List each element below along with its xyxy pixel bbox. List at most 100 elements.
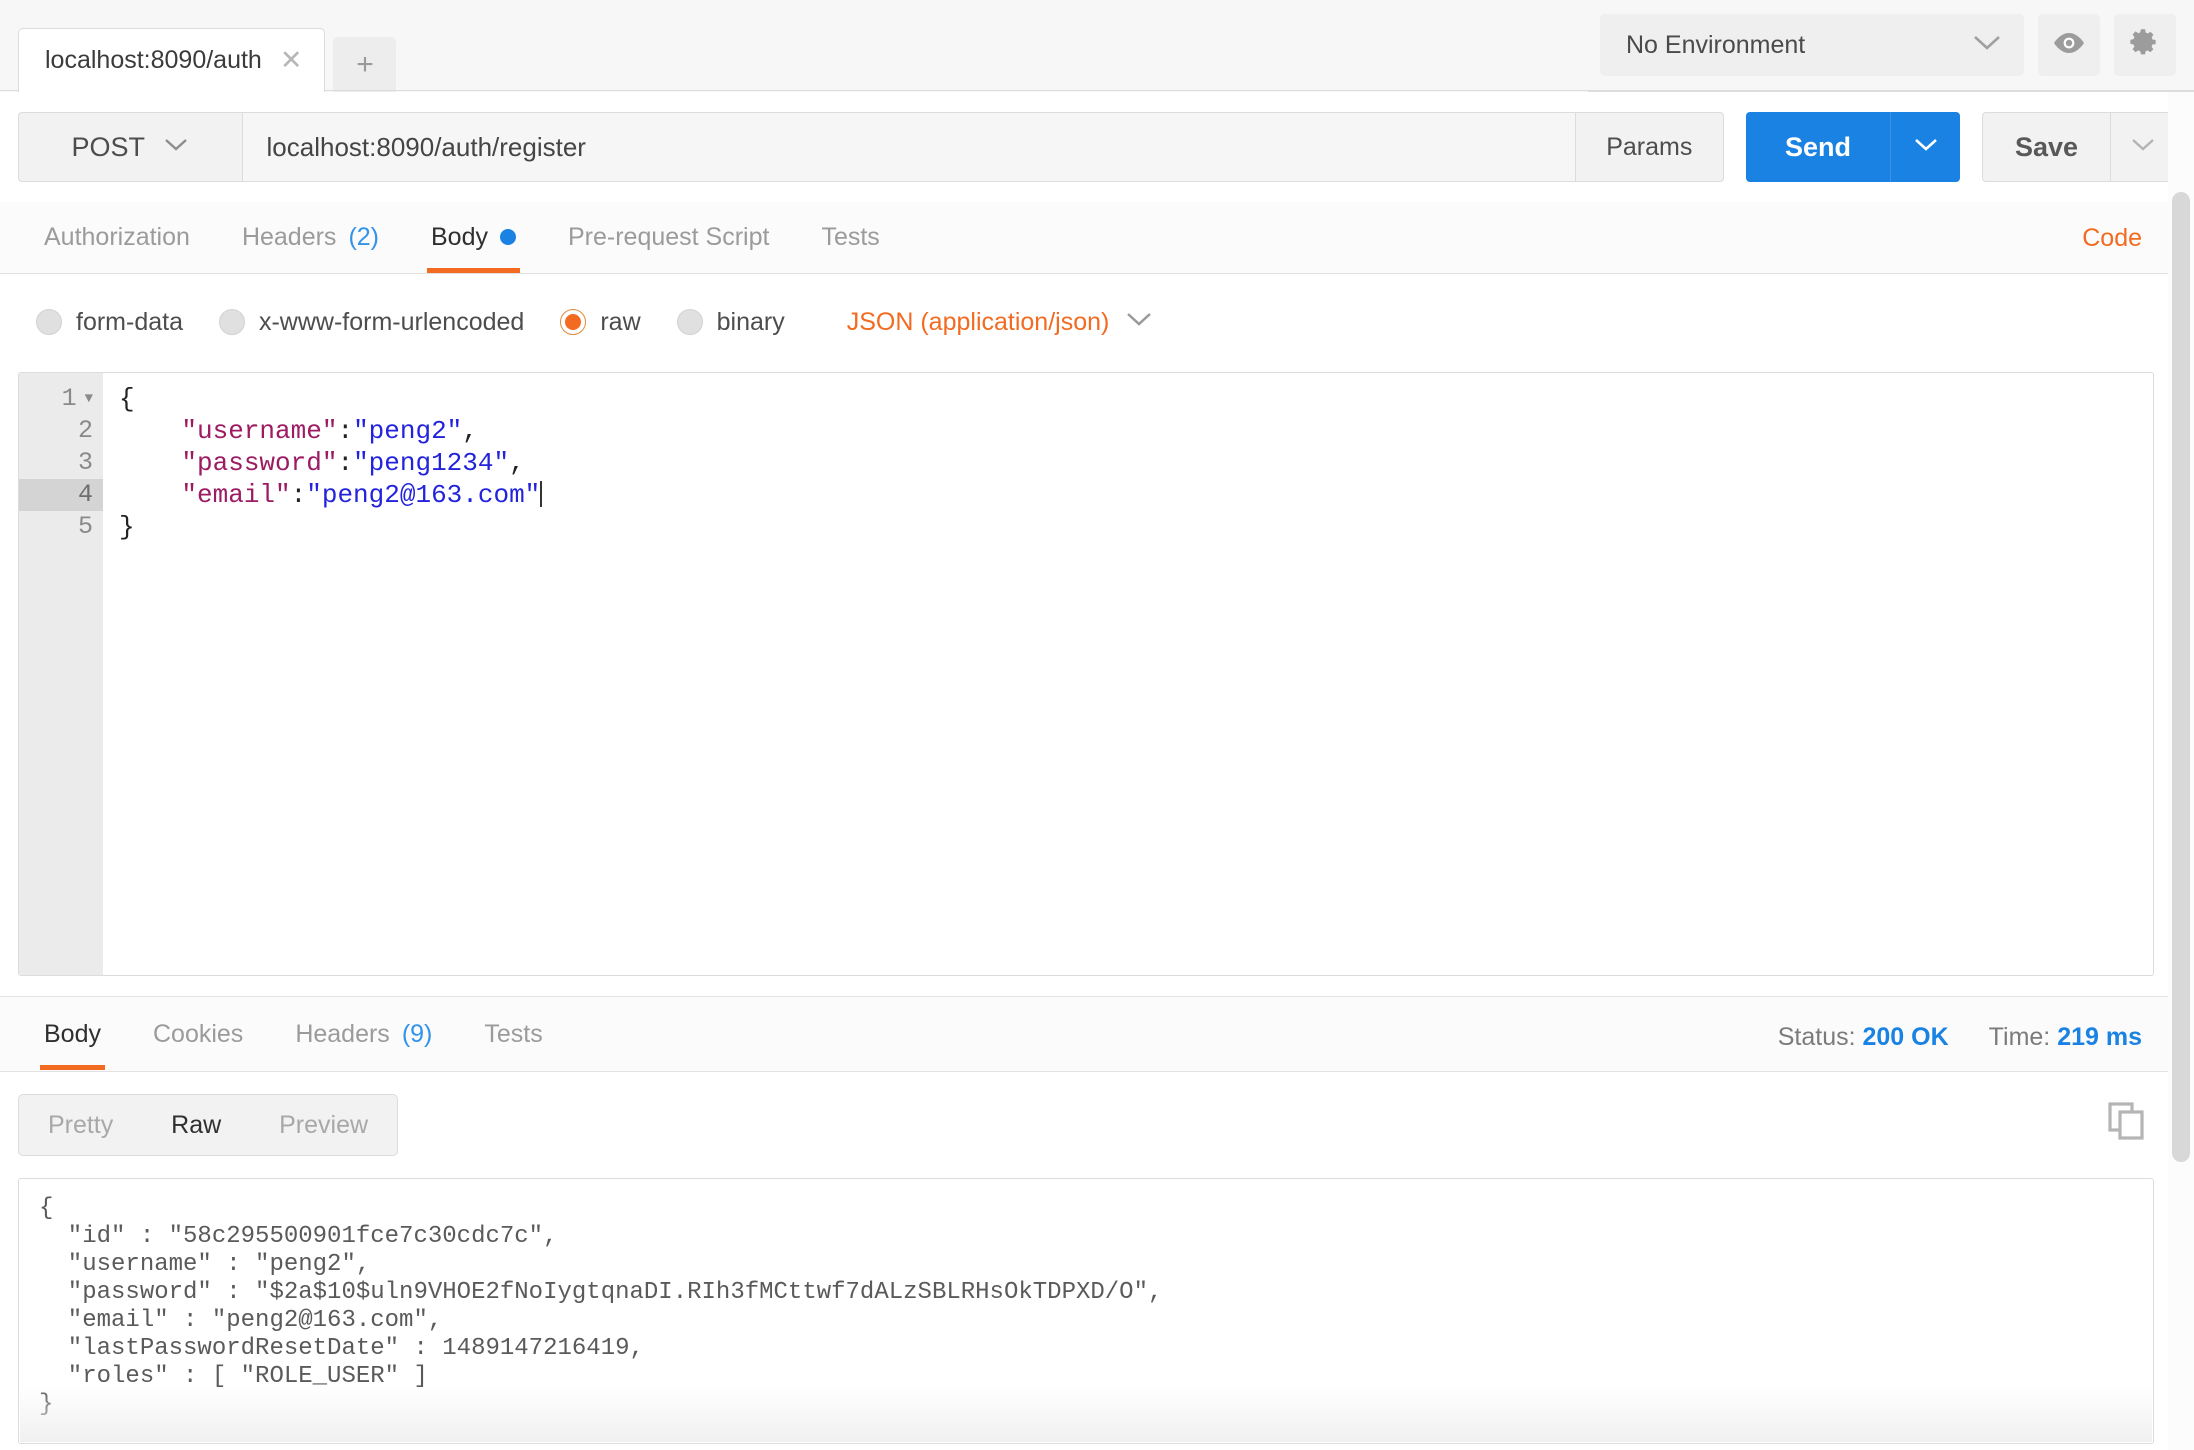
response-headers-count-badge: (9): [401, 1019, 433, 1048]
radio-icon[interactable]: [560, 309, 587, 335]
response-line-1: {: [39, 1195, 54, 1222]
environment-quick-look-button[interactable]: [2038, 14, 2100, 76]
save-options-button[interactable]: [2110, 112, 2176, 182]
status-label: Status:: [1777, 1023, 1856, 1051]
text-cursor: [540, 481, 543, 507]
send-label: Send: [1784, 131, 1851, 162]
line-number: 4: [77, 480, 93, 509]
tab-label: Pre-request Script: [567, 222, 770, 251]
url-bar: POST Params Send Save: [0, 92, 2194, 202]
chevron-down-icon: [1972, 34, 2002, 57]
radio-icon[interactable]: [218, 309, 245, 335]
token-key: "username": [181, 416, 338, 446]
copy-response-button[interactable]: [2106, 1100, 2146, 1145]
tab-label: Tests: [484, 1019, 543, 1048]
response-tab-cookies[interactable]: Cookies: [127, 998, 269, 1070]
token-pun: :: [337, 416, 354, 446]
save-button-group: Save: [1982, 112, 2176, 182]
token-pun: {: [119, 384, 135, 414]
token-pun: :: [290, 480, 307, 510]
status-value: 200 OK: [1862, 1023, 1949, 1051]
new-tab-button[interactable]: +: [333, 37, 397, 92]
code-line-1: {: [119, 383, 2153, 415]
send-options-button[interactable]: [1890, 112, 1960, 182]
radio-form-data[interactable]: form-data: [36, 308, 183, 337]
response-tab-body[interactable]: Body: [18, 998, 127, 1070]
token-pun: [119, 480, 181, 510]
tab-label: Tests: [821, 222, 880, 251]
vertical-scrollbar-track[interactable]: [2168, 92, 2194, 1450]
send-button[interactable]: Send: [1746, 112, 1890, 182]
headers-count-badge: (2): [348, 222, 379, 251]
radio-icon[interactable]: [36, 309, 62, 335]
tab-body[interactable]: Body: [405, 201, 542, 273]
tab-pre-request-script[interactable]: Pre-request Script: [542, 201, 795, 273]
close-icon[interactable]: ✕: [280, 47, 303, 74]
body-format-label: JSON (application/json): [846, 307, 1110, 336]
body-format-select[interactable]: JSON (application/json): [847, 308, 1154, 337]
eye-icon: [2052, 31, 2086, 60]
radio-label: form-data: [76, 307, 183, 336]
response-tab-headers[interactable]: Headers (9): [269, 998, 458, 1070]
body-type-options: form-data x-www-form-urlencoded raw bina…: [0, 274, 2194, 370]
tab-label: Authorization: [44, 222, 190, 251]
save-label: Save: [2014, 131, 2079, 162]
line-number: 2: [77, 416, 93, 445]
response-tab-tests[interactable]: Tests: [458, 998, 568, 1070]
view-mode-preview[interactable]: Preview: [279, 1111, 368, 1140]
response-line-8: }: [39, 1391, 54, 1418]
status-indicator: Status: 200 OK: [1778, 1023, 1949, 1052]
token-pun: }: [119, 512, 135, 542]
environment-select[interactable]: No Environment: [1600, 14, 2024, 76]
gutter-line-5: 5: [19, 511, 103, 543]
chevron-down-icon: [163, 137, 189, 158]
request-tab-bar: localhost:8090/auth ✕ + No Environment: [0, 0, 2194, 92]
code-line-2: "username":"peng2",: [119, 415, 2153, 447]
tab-headers[interactable]: Headers (2): [216, 201, 405, 273]
radio-label: x-www-form-urlencoded: [258, 307, 525, 336]
code-line-5: }: [119, 511, 2153, 543]
plus-icon: +: [356, 47, 374, 81]
gear-icon: [2129, 27, 2161, 64]
gutter-line-1: 1 ▼: [19, 383, 103, 415]
url-input[interactable]: [266, 131, 1575, 163]
response-body-panel[interactable]: { "id" : "58c295500901fce7c30cdc7c", "us…: [18, 1178, 2154, 1444]
settings-button[interactable]: [2114, 14, 2176, 76]
request-tab-label: localhost:8090/auth: [45, 46, 262, 74]
response-line-4: "password" : "$2a$10$uln9VHOE2fNoIygtqna…: [39, 1279, 1163, 1306]
code-link[interactable]: Code: [2082, 224, 2142, 253]
request-body-editor[interactable]: 1 ▼ 2 3 4 5 { "username":"peng2", "password":…: [18, 372, 2154, 976]
token-pun: [119, 416, 181, 446]
time-label: Time:: [1988, 1023, 2051, 1051]
request-tab-localhost-auth[interactable]: localhost:8090/auth ✕: [18, 28, 326, 92]
response-line-6: "lastPasswordResetDate" : 1489147216419,: [39, 1335, 644, 1362]
response-section-tabs: Body Cookies Headers (9) Tests Status: 2…: [0, 996, 2194, 1072]
fold-toggle-icon[interactable]: ▼: [85, 392, 93, 406]
radio-binary[interactable]: binary: [676, 308, 785, 337]
editor-code-area[interactable]: { "username":"peng2", "password":"peng12…: [103, 373, 2153, 975]
response-line-2: "id" : "58c295500901fce7c30cdc7c",: [39, 1223, 558, 1250]
tab-label: Body: [431, 222, 488, 251]
gutter-line-4: 4: [19, 479, 103, 511]
url-input-wrapper[interactable]: [241, 112, 1576, 182]
save-button[interactable]: Save: [1982, 112, 2110, 182]
radio-x-www-form-urlencoded[interactable]: x-www-form-urlencoded: [218, 307, 525, 337]
time-indicator: Time: 219 ms: [1989, 1023, 2142, 1052]
vertical-scrollbar-thumb[interactable]: [2172, 192, 2190, 1162]
radio-icon[interactable]: [676, 309, 703, 335]
token-str: "peng1234": [353, 448, 510, 478]
tab-authorization[interactable]: Authorization: [18, 201, 216, 273]
line-number: 3: [77, 448, 93, 477]
view-mode-raw[interactable]: Raw: [171, 1111, 221, 1140]
response-meta: Status: 200 OK Time: 219 ms: [1778, 1023, 2142, 1052]
http-method-select[interactable]: POST: [18, 112, 242, 182]
code-line-3: "password":"peng1234",: [119, 447, 2153, 479]
view-mode-pretty[interactable]: Pretty: [48, 1111, 113, 1140]
params-button[interactable]: Params: [1575, 112, 1724, 182]
line-number: 1: [61, 384, 77, 413]
time-value: 219 ms: [2057, 1023, 2142, 1051]
body-modified-dot-icon: [499, 229, 516, 245]
radio-raw[interactable]: raw: [560, 308, 641, 337]
tab-tests[interactable]: Tests: [795, 201, 905, 273]
request-section-tabs: Authorization Headers (2) Body Pre-reque…: [0, 202, 2194, 274]
